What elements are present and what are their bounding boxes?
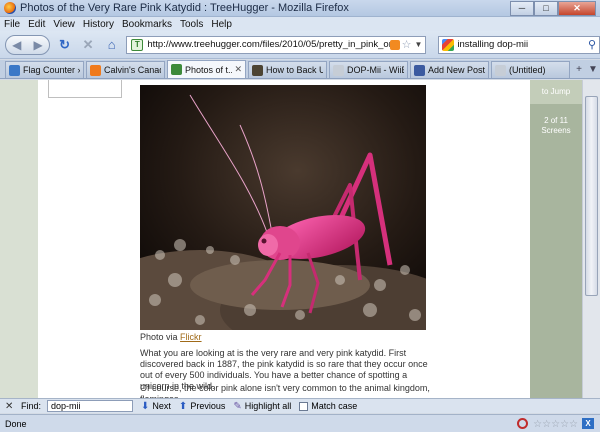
menu-bar: File Edit View History Bookmarks Tools H… — [0, 17, 600, 31]
menu-view[interactable]: View — [49, 19, 79, 30]
tab-label: Add New Post ‹ ... — [428, 65, 485, 75]
noscript-icon[interactable] — [517, 418, 529, 429]
star-icon[interactable]: ☆ — [569, 419, 578, 430]
status-text: Done — [5, 418, 27, 429]
sidebar-box — [48, 80, 122, 98]
find-previous-label: Previous — [190, 401, 226, 411]
scrollbar-thumb[interactable] — [585, 96, 598, 296]
arrow-down-icon: ⬇ — [141, 400, 150, 412]
url-input[interactable]: http://www.treehugger.com/files/2010/05/… — [147, 39, 389, 50]
tab-label: How to Back Up ... — [266, 65, 323, 75]
list-tabs-icon[interactable]: ▼ — [586, 64, 600, 75]
article-page: Photo via Flickr What you are looking at… — [38, 80, 530, 398]
url-dropdown-icon[interactable]: ▼ — [414, 40, 422, 49]
google-search-engine-icon[interactable] — [442, 38, 455, 51]
tab-favicon-icon — [9, 64, 20, 76]
photo-caption: Photo via Flickr — [140, 332, 202, 342]
match-case-label: Match case — [311, 401, 358, 411]
tab-add-new-post[interactable]: Add New Post ‹ ... — [410, 61, 489, 78]
star-icon[interactable]: ☆ — [560, 419, 569, 430]
find-previous-button[interactable]: ⬆ Previous — [179, 401, 225, 412]
blogger-icon — [90, 64, 101, 76]
search-box[interactable]: installing dop-mii ⚲ — [438, 35, 600, 54]
star-icon[interactable]: ☆ — [542, 419, 551, 430]
title-bar: Photos of the Very Rare Pink Katydid : T… — [0, 0, 600, 17]
forward-arrow-icon[interactable]: ▶ — [33, 38, 42, 52]
window-title: Photos of the Very Rare Pink Katydid : T… — [20, 2, 349, 14]
tab-favicon-icon — [252, 64, 263, 76]
tab-label: Photos of t... — [185, 64, 233, 75]
katydid-illustration — [140, 85, 426, 330]
close-window-button[interactable]: ✕ — [558, 0, 596, 16]
find-next-button[interactable]: ⬇ Next — [141, 401, 171, 412]
site-favicon-icon: T — [131, 38, 144, 51]
tab-label: DOP-Mii - WiiBr... — [347, 65, 404, 75]
rating-stars[interactable]: ☆☆☆☆☆ — [533, 418, 578, 430]
menu-edit[interactable]: Edit — [24, 19, 49, 30]
firefox-icon — [4, 2, 16, 14]
stop-icon[interactable]: ✕ — [79, 36, 97, 54]
address-bar[interactable]: T http://www.treehugger.com/files/2010/0… — [126, 35, 427, 54]
rss-feed-icon[interactable] — [389, 39, 400, 50]
treehugger-icon — [171, 64, 182, 75]
find-label: Find: — [21, 401, 42, 411]
menu-file[interactable]: File — [0, 19, 24, 30]
back-forward-buttons: ◀ ▶ — [5, 34, 50, 55]
arrow-up-icon: ⬆ — [178, 400, 188, 412]
menu-bookmarks[interactable]: Bookmarks — [118, 19, 176, 30]
page-viewport: Photo via Flickr What you are looking at… — [0, 80, 600, 398]
screen-navigation-panel: to Jump 2 of 11 Screens — [530, 80, 582, 398]
menu-help[interactable]: Help — [207, 19, 236, 30]
status-bar: Done ☆☆☆☆☆ X — [0, 414, 600, 432]
caption-prefix: Photo via — [140, 332, 178, 342]
tab-dop-mii[interactable]: DOP-Mii - WiiBr... — [329, 61, 408, 78]
match-case-checkbox[interactable]: Match case — [299, 401, 357, 411]
status-icons: ☆☆☆☆☆ X — [517, 418, 594, 430]
xmarks-icon[interactable]: X — [582, 418, 594, 429]
reload-icon[interactable]: ↻ — [56, 36, 74, 54]
tab-favicon-icon — [333, 64, 344, 76]
new-tab-icon[interactable]: + — [572, 64, 586, 75]
article-paragraph: Of course, the color pink alone isn't ve… — [140, 383, 430, 398]
close-find-bar-icon[interactable]: ✕ — [5, 401, 17, 412]
minimize-button[interactable]: ─ — [510, 0, 534, 16]
tab-flag-counter[interactable]: Flag Counter » V... — [5, 61, 84, 78]
tab-label: (Untitled) — [509, 65, 546, 75]
find-input[interactable]: dop-mii — [47, 400, 134, 412]
highlighter-icon: ✎ — [233, 400, 242, 412]
home-icon[interactable]: ⌂ — [103, 36, 121, 54]
highlight-all-label: Highlight all — [244, 401, 292, 411]
tab-label: Flag Counter » V... — [23, 65, 80, 75]
navigation-toolbar: ◀ ▶ ↻ ✕ ⌂ T http://www.treehugger.com/fi… — [0, 31, 600, 59]
maximize-button[interactable]: □ — [534, 0, 558, 16]
screen-counter: 2 of 11 Screens — [541, 116, 571, 135]
bookmark-star-icon[interactable]: ☆ — [402, 38, 412, 51]
star-icon[interactable]: ☆ — [533, 419, 542, 430]
window-controls: ─ □ ✕ — [510, 0, 596, 16]
search-input[interactable]: installing dop-mii — [457, 39, 588, 50]
close-tab-icon[interactable]: ✕ — [234, 64, 242, 75]
tab-bar: Flag Counter » V... Calvin's Canadia... … — [0, 60, 600, 79]
find-bar: ✕ Find: dop-mii ⬇ Next ⬆ Previous ✎ High… — [0, 398, 600, 413]
flickr-link[interactable]: Flickr — [180, 332, 202, 342]
back-arrow-icon[interactable]: ◀ — [12, 38, 21, 52]
wordpress-icon — [414, 64, 425, 76]
find-next-label: Next — [152, 401, 171, 411]
katydid-photo — [140, 85, 426, 330]
tab-controls: + ▼ — [572, 61, 600, 78]
search-icon[interactable]: ⚲ — [588, 38, 596, 51]
tab-favicon-icon — [495, 64, 506, 76]
tab-untitled[interactable]: (Untitled) — [491, 61, 570, 78]
tab-photos-katydid[interactable]: Photos of t... ✕ — [167, 60, 246, 78]
tab-how-to-back-up[interactable]: How to Back Up ... — [248, 61, 327, 78]
menu-tools[interactable]: Tools — [176, 19, 207, 30]
star-icon[interactable]: ☆ — [551, 419, 560, 430]
jump-link[interactable]: to Jump — [530, 80, 582, 104]
vertical-scrollbar[interactable] — [582, 80, 600, 398]
menu-history[interactable]: History — [79, 19, 118, 30]
checkbox-icon[interactable] — [299, 401, 309, 411]
tab-label: Calvin's Canadia... — [104, 65, 161, 75]
tab-calvins-canadian[interactable]: Calvin's Canadia... — [86, 61, 165, 78]
highlight-all-button[interactable]: ✎ Highlight all — [233, 401, 291, 412]
